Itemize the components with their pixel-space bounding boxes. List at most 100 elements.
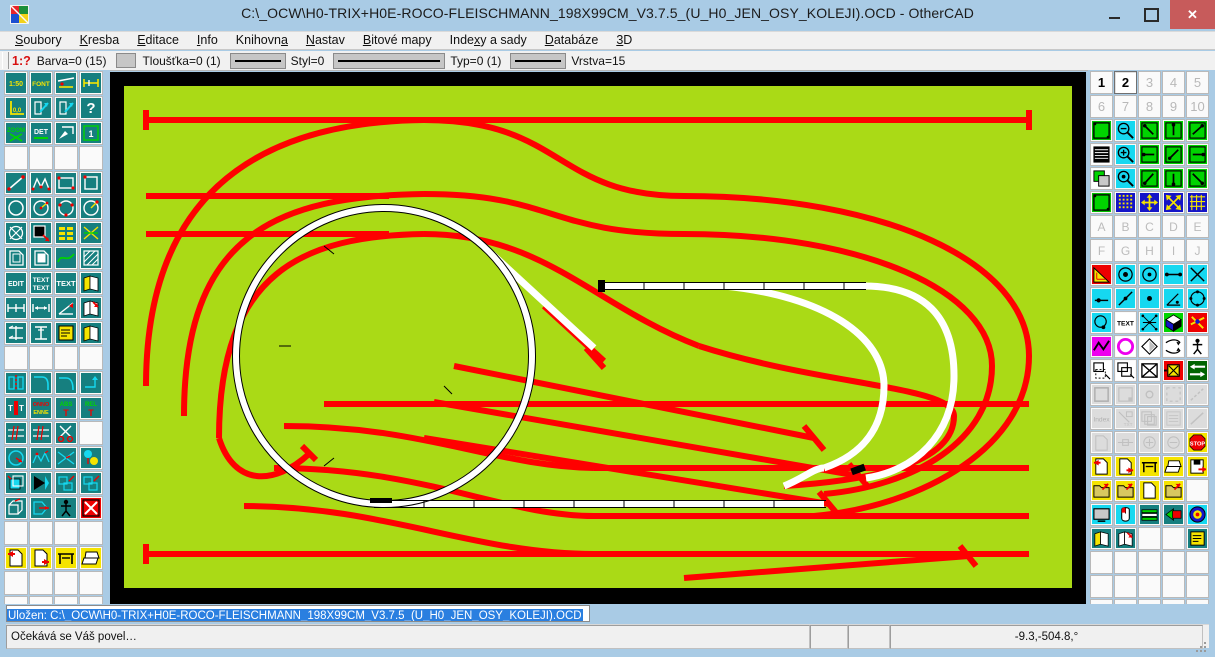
- bookmark-button[interactable]: [1162, 503, 1185, 526]
- page-tab-7[interactable]: 7: [1114, 95, 1137, 118]
- rel-coord-button[interactable]: REL T: [79, 396, 103, 420]
- dimension-slope-button[interactable]: [54, 71, 78, 95]
- fillet-button[interactable]: [29, 371, 53, 395]
- curve-button[interactable]: [54, 246, 78, 270]
- set-tab-g[interactable]: G: [1114, 239, 1137, 262]
- snap-midpoint-button[interactable]: [1162, 263, 1185, 286]
- set-tab-b[interactable]: B: [1114, 215, 1137, 238]
- text-multi-button[interactable]: TEXT TEXT: [29, 271, 53, 295]
- zoom-in-button[interactable]: [1114, 143, 1137, 166]
- zoom-button[interactable]: ZOOM: [4, 121, 28, 145]
- section-button[interactable]: [4, 321, 28, 345]
- scissors-button[interactable]: [54, 421, 78, 445]
- detail-button[interactable]: DET: [29, 121, 53, 145]
- layer-copy-button[interactable]: [1090, 167, 1113, 190]
- page-tab-4[interactable]: 4: [1162, 71, 1185, 94]
- rename-button[interactable]: ONNO ENNE: [29, 396, 53, 420]
- layers-gray-button[interactable]: [1138, 407, 1161, 430]
- page-tab-1[interactable]: 1: [1090, 71, 1113, 94]
- dim-baseline-button[interactable]: [29, 296, 53, 320]
- copy-shape-button[interactable]: [4, 246, 28, 270]
- snap-circle-button[interactable]: [1186, 287, 1209, 310]
- command-line[interactable]: Uložen: C:\_OCW\H0-TRIX+H0E-ROCO-FLEISCH…: [6, 605, 590, 622]
- stop-button[interactable]: STOP: [1186, 431, 1209, 454]
- layers-list-button[interactable]: [1090, 143, 1113, 166]
- menu-item-kresba[interactable]: Kresba: [71, 31, 129, 50]
- snap-off-button[interactable]: [1186, 311, 1209, 334]
- modify-vertex-button[interactable]: [29, 446, 53, 470]
- square-button[interactable]: [79, 171, 103, 195]
- set-tab-a[interactable]: A: [1090, 215, 1113, 238]
- array-button[interactable]: [1162, 335, 1185, 358]
- minus-gray-button[interactable]: [1162, 431, 1185, 454]
- delete-cross-button[interactable]: [1138, 359, 1161, 382]
- menu-item-soubory[interactable]: Soubory: [6, 31, 71, 50]
- zoom-out-button[interactable]: [1114, 119, 1137, 142]
- arc-3point-button[interactable]: [54, 196, 78, 220]
- resize-grip-icon[interactable]: [1195, 641, 1207, 653]
- style-label[interactable]: Styl=0: [291, 54, 325, 68]
- pan-right-button[interactable]: [1186, 143, 1209, 166]
- pan-down-button[interactable]: [1162, 167, 1185, 190]
- hatch-button[interactable]: [79, 246, 103, 270]
- set-tab-f[interactable]: F: [1090, 239, 1113, 262]
- book-button[interactable]: [79, 271, 103, 295]
- type-label[interactable]: Typ=0 (1): [450, 54, 501, 68]
- delete-selected-button[interactable]: [1162, 359, 1185, 382]
- zoom-point-button[interactable]: [1114, 167, 1137, 190]
- set-tab-e[interactable]: E: [1186, 215, 1209, 238]
- pan-up-button[interactable]: [1162, 119, 1185, 142]
- snap-tangent-button[interactable]: [1090, 311, 1113, 334]
- polyline-magenta-button[interactable]: [1090, 335, 1113, 358]
- people-button[interactable]: [1186, 335, 1209, 358]
- drawing-canvas[interactable]: [110, 72, 1086, 602]
- pan-left-button[interactable]: [1138, 143, 1161, 166]
- question-mark-button[interactable]: ?: [79, 96, 103, 120]
- snap-point-button[interactable]: [1138, 287, 1161, 310]
- page-tab-8[interactable]: 8: [1138, 95, 1161, 118]
- pan-up-right-button[interactable]: [1186, 119, 1209, 142]
- note-button[interactable]: [54, 321, 78, 345]
- scale-ratio-label[interactable]: 1:?: [12, 54, 31, 68]
- chamfer-button[interactable]: [54, 371, 78, 395]
- dim-horizontal-button[interactable]: [4, 296, 28, 320]
- layer-label[interactable]: Vrstva=15: [571, 54, 625, 68]
- dim-angular-button[interactable]: [54, 296, 78, 320]
- page-tab-5[interactable]: 5: [1186, 71, 1209, 94]
- pan-down-right-button[interactable]: [1186, 167, 1209, 190]
- note2-button[interactable]: [1186, 527, 1209, 550]
- intersect-button[interactable]: [54, 446, 78, 470]
- spline-button[interactable]: [79, 221, 103, 245]
- menu-item-nastav[interactable]: Nastav: [297, 31, 354, 50]
- menu-item-info[interactable]: Info: [188, 31, 227, 50]
- page-tab-6[interactable]: 6: [1090, 95, 1113, 118]
- snap-intersection-button[interactable]: [1186, 263, 1209, 286]
- query-arrow-alt-button[interactable]: [54, 96, 78, 120]
- folder-red-button[interactable]: [1162, 479, 1185, 502]
- page-tab-9[interactable]: 9: [1162, 95, 1185, 118]
- grid-lines-button[interactable]: [1186, 191, 1209, 214]
- break-button[interactable]: [4, 421, 28, 445]
- set-tab-d[interactable]: D: [1162, 215, 1185, 238]
- trim-segment-button[interactable]: [29, 421, 53, 445]
- color-swatch[interactable]: [116, 53, 137, 68]
- font-button[interactable]: FONT: [29, 71, 53, 95]
- plotter-button[interactable]: [54, 546, 78, 570]
- mirror-shape-button[interactable]: [1138, 335, 1161, 358]
- list-gray-button[interactable]: [1162, 407, 1185, 430]
- view-fit-button[interactable]: [1090, 119, 1113, 142]
- pen-gray-button[interactable]: [1186, 407, 1209, 430]
- menu-item-indexy-a-sady[interactable]: Indexy a sady: [441, 31, 536, 50]
- import-button[interactable]: [1090, 455, 1113, 478]
- mirror-button[interactable]: [4, 371, 28, 395]
- set-tab-h[interactable]: H: [1138, 239, 1161, 262]
- table-button[interactable]: [54, 221, 78, 245]
- rotate-text-button[interactable]: TXT: [1114, 407, 1137, 430]
- set-tab-c[interactable]: C: [1138, 215, 1161, 238]
- column-button[interactable]: [29, 321, 53, 345]
- snap-nearest-button[interactable]: [1138, 311, 1161, 334]
- snap-perpendicular-button[interactable]: [1162, 287, 1185, 310]
- extend-button[interactable]: [79, 371, 103, 395]
- rectangle-button[interactable]: [54, 171, 78, 195]
- pan-up-left-button[interactable]: [1138, 119, 1161, 142]
